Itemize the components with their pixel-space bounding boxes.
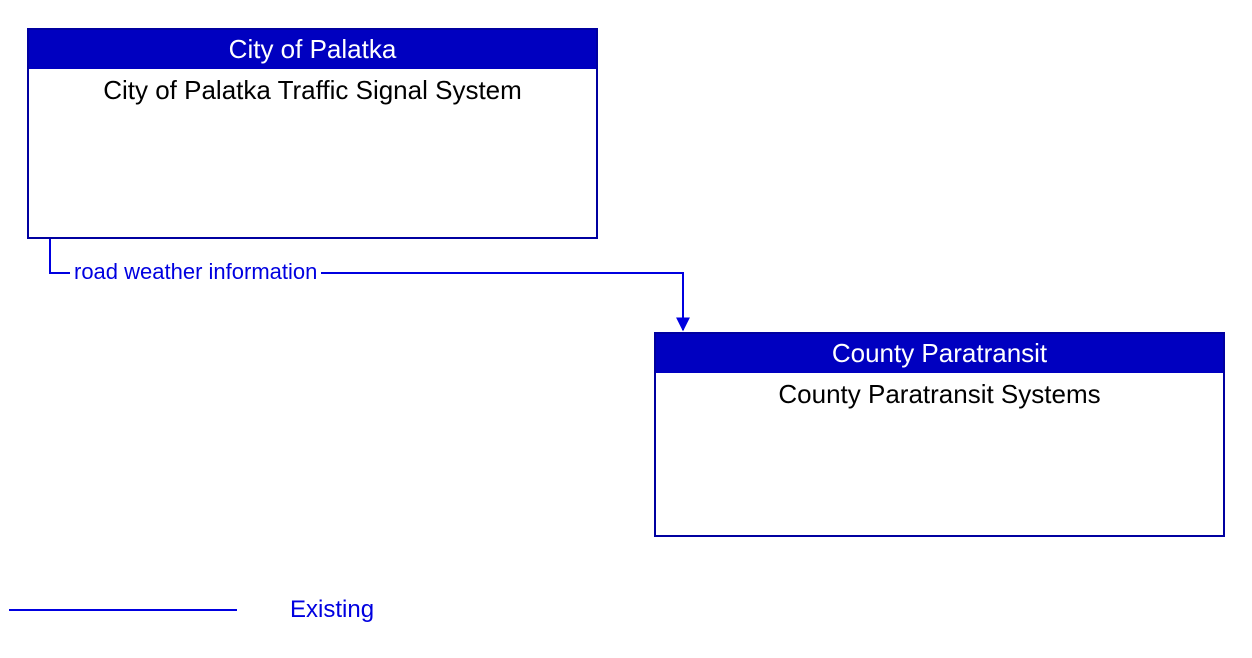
legend-existing-label: Existing (290, 596, 374, 624)
node-county-paratransit[interactable]: County Paratransit County Paratransit Sy… (654, 332, 1225, 537)
node-city-of-palatka-body: City of Palatka Traffic Signal System (29, 69, 596, 106)
node-county-paratransit-header: County Paratransit (656, 334, 1223, 373)
flow-road-weather-label: road weather information (70, 259, 321, 285)
node-county-paratransit-body: County Paratransit Systems (656, 373, 1223, 410)
node-city-of-palatka[interactable]: City of Palatka City of Palatka Traffic … (27, 28, 598, 239)
node-city-of-palatka-header: City of Palatka (29, 30, 596, 69)
